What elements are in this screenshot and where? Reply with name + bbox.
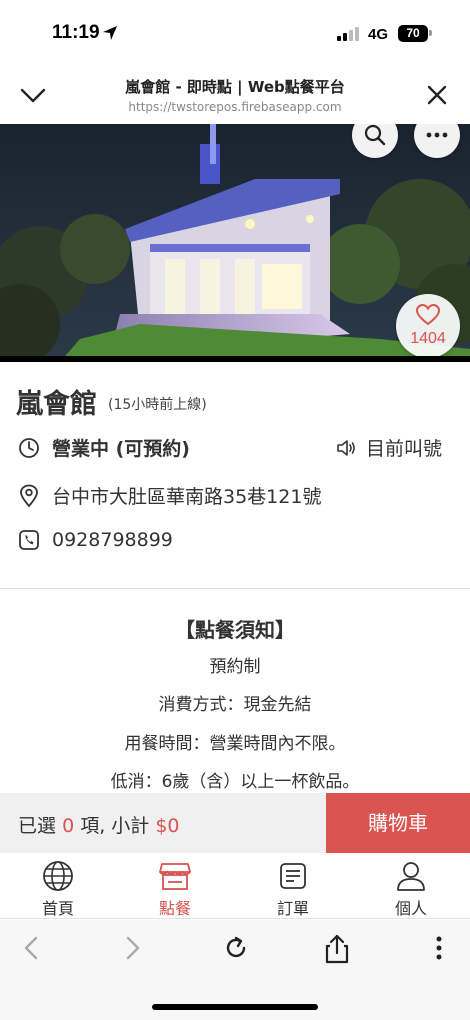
cart-middle-text: 項, 小計 bbox=[80, 815, 150, 837]
cellular-signal-icon bbox=[337, 27, 359, 41]
heart-icon bbox=[416, 304, 440, 326]
notice-line: 預約制 bbox=[209, 657, 261, 677]
store-name: 嵐會館 bbox=[16, 389, 97, 420]
close-icon[interactable] bbox=[426, 84, 448, 106]
chevron-down-icon[interactable] bbox=[20, 84, 46, 106]
receipt-icon bbox=[280, 863, 306, 889]
store-cover-image: 1404 bbox=[0, 124, 470, 362]
more-vertical-icon[interactable] bbox=[434, 934, 444, 962]
network-type: 4G bbox=[368, 26, 389, 43]
like-button[interactable]: 1404 bbox=[396, 294, 460, 358]
like-count: 1404 bbox=[410, 330, 446, 347]
location-arrow-icon bbox=[103, 26, 117, 40]
cart-summary: 已選 0 項, 小計 $0 bbox=[18, 811, 180, 838]
tab-label: 點餐 bbox=[158, 899, 191, 918]
ordering-notice-title: 【點餐須知】 bbox=[175, 618, 295, 642]
home-indicator bbox=[152, 1004, 318, 1010]
browser-header: 嵐會館 - 即時點 | Web點餐平台 https://twstorepos.f… bbox=[0, 66, 470, 124]
page-url: https://twstorepos.firebaseapp.com bbox=[128, 100, 342, 114]
battery-tip bbox=[429, 30, 432, 36]
store-address: 台中市大肚區華南路35巷121號 bbox=[52, 486, 322, 508]
clock-icon bbox=[19, 437, 39, 458]
forward-icon[interactable] bbox=[120, 934, 144, 962]
tab-label: 訂單 bbox=[276, 899, 309, 918]
cart-item-count: 0 bbox=[62, 815, 75, 837]
battery-icon: 70 bbox=[398, 25, 428, 42]
cart-total: $0 bbox=[155, 815, 180, 837]
browser-toolbar bbox=[0, 920, 470, 1020]
tab-order[interactable]: 點餐 bbox=[120, 859, 230, 919]
more-dots-icon bbox=[426, 132, 448, 138]
notice-line: 低消：6歲（含）以上一杯飲品。 bbox=[110, 772, 360, 792]
store-phone: 0928798899 bbox=[52, 529, 173, 551]
globe-icon bbox=[43, 861, 73, 891]
notice-line: 消費方式：現金先結 bbox=[158, 695, 312, 715]
cart-button[interactable]: 購物車 bbox=[326, 793, 470, 853]
business-status-row: 營業中 (可預約) bbox=[18, 434, 190, 461]
tab-label: 個人 bbox=[394, 899, 427, 918]
store-icon bbox=[159, 863, 191, 890]
person-icon bbox=[397, 862, 425, 891]
phone-row[interactable]: 0928798899 bbox=[18, 529, 173, 551]
call-number-label: 目前叫號 bbox=[366, 438, 443, 460]
reload-icon[interactable] bbox=[222, 934, 250, 962]
location-pin-icon bbox=[20, 484, 38, 507]
bottom-tab-bar: 首頁 點餐 訂單 個人 bbox=[0, 853, 470, 919]
cart-bar: 已選 0 項, 小計 $0 購物車 bbox=[0, 793, 470, 853]
business-status: 營業中 (可預約) bbox=[52, 438, 190, 460]
status-bar: 11:19 4G 70 bbox=[0, 0, 470, 66]
search-icon bbox=[364, 124, 386, 146]
store-online-status: (15小時前上線) bbox=[108, 397, 207, 413]
phone-icon bbox=[19, 530, 39, 550]
share-icon[interactable] bbox=[324, 934, 350, 964]
tab-home[interactable]: 首頁 bbox=[3, 859, 113, 919]
notice-line: 用餐時間：營業時間內不限。 bbox=[124, 734, 346, 754]
tab-label: 首頁 bbox=[41, 899, 74, 918]
hero-bottom-border bbox=[0, 356, 470, 362]
call-number-button[interactable]: 目前叫號 bbox=[336, 434, 442, 461]
section-divider bbox=[0, 588, 470, 589]
tab-profile[interactable]: 個人 bbox=[356, 859, 466, 919]
back-icon[interactable] bbox=[20, 934, 44, 962]
speaker-icon bbox=[337, 439, 355, 456]
status-time: 11:19 bbox=[52, 22, 100, 43]
tab-orders[interactable]: 訂單 bbox=[238, 859, 348, 919]
cart-prefix: 已選 bbox=[18, 815, 57, 837]
page-title: 嵐會館 - 即時點 | Web點餐平台 bbox=[125, 78, 345, 96]
address-row[interactable]: 台中市大肚區華南路35巷121號 bbox=[18, 482, 321, 509]
